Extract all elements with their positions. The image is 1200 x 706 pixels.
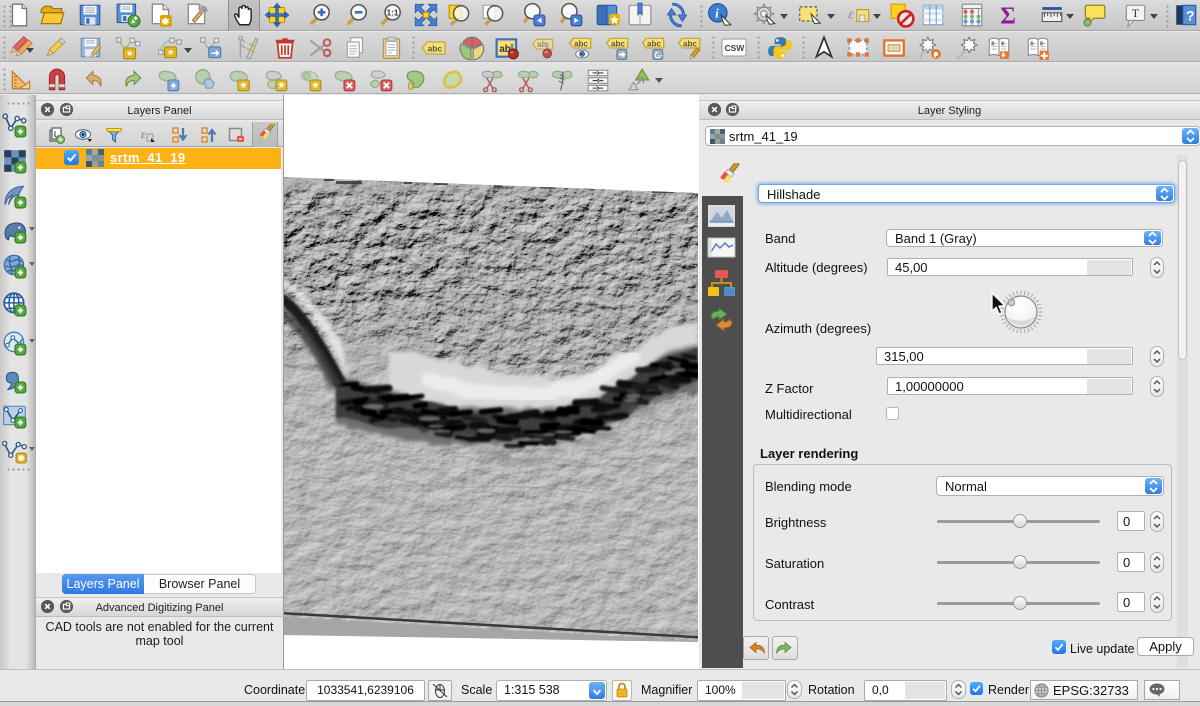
- svg-text:i: i: [715, 6, 719, 21]
- svg-text:T: T: [1132, 6, 1140, 20]
- svg-text:Σ: Σ: [1000, 4, 1016, 28]
- svg-text:abc: abc: [574, 39, 588, 48]
- svg-text:?: ?: [1186, 7, 1195, 23]
- svg-text:abc: abc: [647, 39, 661, 48]
- svg-text:ab: ab: [537, 40, 547, 49]
- svg-text:ε: ε: [848, 5, 854, 22]
- svg-text:1:1: 1:1: [387, 9, 399, 18]
- svg-text:CSW: CSW: [725, 43, 746, 53]
- svg-text:abc: abc: [611, 39, 625, 48]
- svg-text:abc: abc: [428, 44, 443, 54]
- svg-text:ε: ε: [141, 127, 146, 141]
- svg-text:abc: abc: [683, 39, 697, 48]
